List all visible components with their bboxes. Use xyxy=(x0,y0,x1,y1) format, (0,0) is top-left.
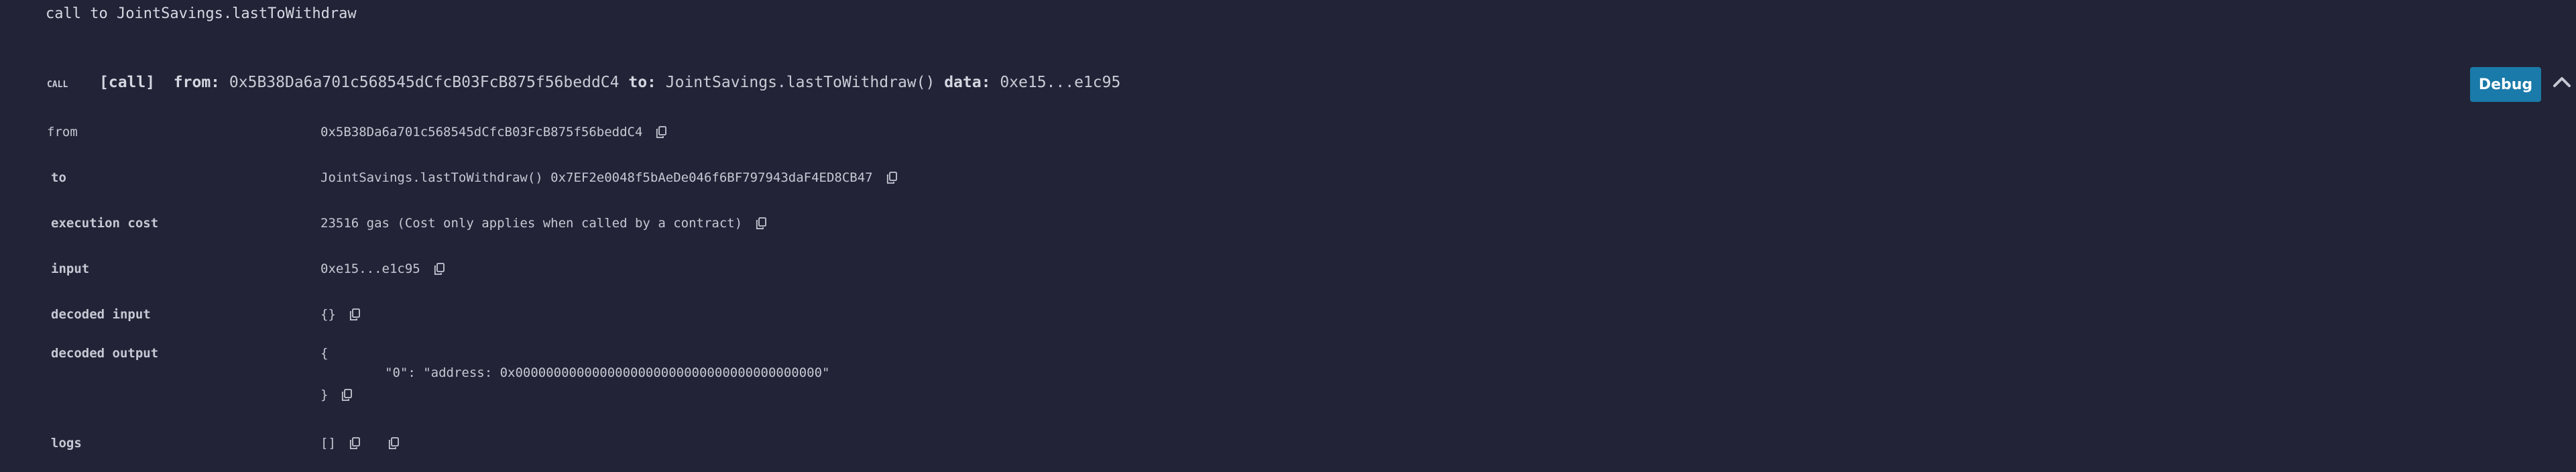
copy-icon[interactable] xyxy=(349,437,360,449)
to-target: JointSavings.lastToWithdraw() xyxy=(665,74,935,91)
row-value-input: 0xe15...e1c95 xyxy=(320,261,445,276)
call-header[interactable]: CALL [call] from: 0x5B38Da6a701c568545dC… xyxy=(0,67,2576,103)
decoded-output-open-brace: { xyxy=(320,346,329,361)
row-value-from: 0x5B38Da6a701c568545dCfcB03FcB875f56bedd… xyxy=(320,125,667,139)
data-key: data: xyxy=(944,74,991,91)
copy-icon[interactable] xyxy=(434,263,445,275)
call-kind: [call] xyxy=(99,74,156,91)
row-value-logs: [] xyxy=(320,436,399,451)
row-label-logs: logs xyxy=(51,436,82,451)
copy-icon[interactable] xyxy=(349,308,360,320)
execution-cost-value: 23516 gas (Cost only applies when called… xyxy=(320,216,743,231)
to-value: JointSavings.lastToWithdraw() 0x7EF2e004… xyxy=(320,170,873,185)
row-value-execution-cost: 23516 gas (Cost only applies when called… xyxy=(320,216,767,231)
copy-icon[interactable] xyxy=(388,437,399,449)
decoded-output-close-brace: } xyxy=(320,388,329,402)
call-type-tag: CALL xyxy=(47,80,68,90)
data-value: 0xe15...e1c95 xyxy=(1000,74,1121,91)
to-key: to: xyxy=(628,74,656,91)
decoded-output-entry: "0": "address: 0x00000000000000000000000… xyxy=(385,365,830,380)
logs-value: [] xyxy=(320,436,336,451)
call-title: call to JointSavings.lastToWithdraw xyxy=(46,5,357,22)
row-label-decoded-input: decoded input xyxy=(51,307,151,322)
row-label-from: from xyxy=(47,125,78,139)
row-value-to: JointSavings.lastToWithdraw() 0x7EF2e004… xyxy=(320,170,897,185)
row-label-to: to xyxy=(51,170,66,185)
row-label-decoded-output: decoded output xyxy=(51,346,159,361)
row-label-input: input xyxy=(51,261,90,276)
from-key: from: xyxy=(173,74,221,91)
decoded-output-close-line: } xyxy=(320,388,353,402)
copy-icon[interactable] xyxy=(886,172,897,184)
from-address-value: 0x5B38Da6a701c568545dCfcB03FcB875f56bedd… xyxy=(320,125,643,139)
copy-icon[interactable] xyxy=(656,126,667,138)
from-address: 0x5B38Da6a701c568545dCfcB03FcB875f56bedd… xyxy=(229,74,620,91)
call-summary: [call] from: 0x5B38Da6a701c568545dCfcB03… xyxy=(99,74,1120,91)
copy-icon[interactable] xyxy=(756,217,767,229)
copy-icon[interactable] xyxy=(341,389,353,401)
input-value: 0xe15...e1c95 xyxy=(320,261,420,276)
row-label-execution-cost: execution cost xyxy=(51,216,159,231)
decoded-input-value: {} xyxy=(320,307,336,322)
chevron-up-icon[interactable] xyxy=(2551,71,2573,94)
debug-button[interactable]: Debug xyxy=(2470,67,2541,102)
row-value-decoded-input: {} xyxy=(320,307,360,322)
